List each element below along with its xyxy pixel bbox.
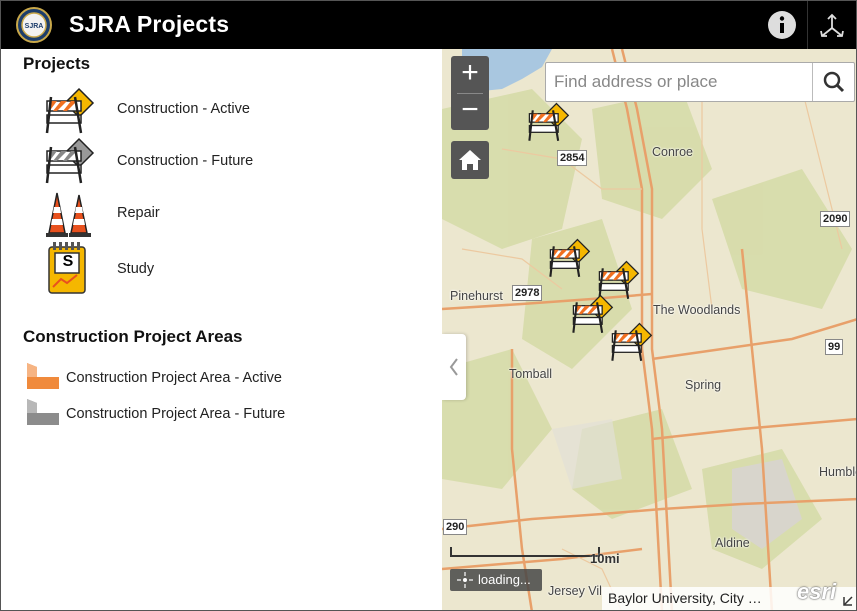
legend-label: Construction Project Area - Future [66,406,286,422]
study-notepad-icon: S [47,241,89,300]
place-label-tomball: Tomball [509,367,553,381]
legend-label: Repair [117,205,160,221]
collapse-panel-button[interactable] [442,334,466,400]
loading-indicator: loading... [450,569,542,591]
barricade-active-icon [43,87,95,142]
projects-heading: Projects [23,54,91,73]
place-label-woodlands: The Woodlands [653,303,741,317]
place-label-aldine: Aldine [715,536,750,550]
search-box [545,62,855,102]
zoom-in-button[interactable]: + [451,56,489,93]
place-label-conroe: Conroe [652,145,693,159]
search-button[interactable] [812,63,854,101]
search-icon [823,71,845,93]
svg-text:SJRA: SJRA [25,23,44,30]
scale-bar [450,547,600,557]
scale-label: 10mi [590,551,620,566]
legend-label: Construction Project Area - Active [66,370,282,386]
app-header: SJRA SJRA Projects [1,1,856,49]
legend-item-area-future: Construction Project Area - Future [1,397,442,431]
legend-item-study: S Study [1,241,442,294]
locate-icon [457,572,473,588]
project-marker[interactable] [547,237,591,281]
home-icon [459,150,481,170]
place-label-spring: Spring [685,378,722,392]
legend-item-construction-future: Construction - Future [1,137,442,185]
app-window: SJRA SJRA Projects Projects Construction… [0,0,857,611]
legend-item-area-active: Construction Project Area - Active [1,361,442,395]
highway-shield: 290 [443,519,468,535]
sjra-seal-logo: SJRA [16,7,52,43]
traffic-cones-icon [45,189,93,244]
legend-label: Study [117,261,155,277]
map-view[interactable]: Conroe Pinehurst The Woodlands Tomball S… [442,49,856,610]
highway-shield: 2854 [557,150,588,166]
project-marker[interactable] [570,293,614,337]
study-icon-letter: S [62,253,74,270]
legend-label: Construction - Active [117,101,250,117]
legend-item-repair: Repair [1,187,442,237]
legend-panel: Projects Construction - Active Construct… [1,49,442,610]
highway-shield: 2978 [512,285,543,301]
home-button[interactable] [451,141,489,179]
legend-item-construction-active: Construction - Active [1,87,442,135]
share-icon[interactable] [816,11,848,41]
resize-handle-icon[interactable] [842,595,854,607]
project-marker[interactable] [609,321,653,365]
barricade-future-icon [43,137,95,192]
header-divider [807,1,808,49]
loading-text: loading... [478,572,531,587]
place-label-pinehurst: Pinehurst [450,289,503,303]
place-label-jersey-village: Jersey Vil [548,584,602,598]
area-active-icon [25,361,61,400]
zoom-control: + − [451,56,489,130]
highway-shield: 2090 [820,211,851,227]
construction-areas-heading: Construction Project Areas [23,327,243,346]
place-label-humble: Humble [819,465,856,479]
chevron-left-icon [449,358,458,376]
highway-shield: 99 [825,339,844,355]
attribution-text: Baylor University, City … [608,590,762,606]
app-title: SJRA Projects [69,11,230,37]
search-input[interactable] [554,70,804,94]
zoom-out-button[interactable]: − [451,93,489,130]
project-marker[interactable] [526,101,570,145]
esri-logo: esri [797,579,837,604]
area-future-icon [25,397,61,436]
info-icon[interactable] [767,10,797,40]
legend-label: Construction - Future [117,153,254,169]
